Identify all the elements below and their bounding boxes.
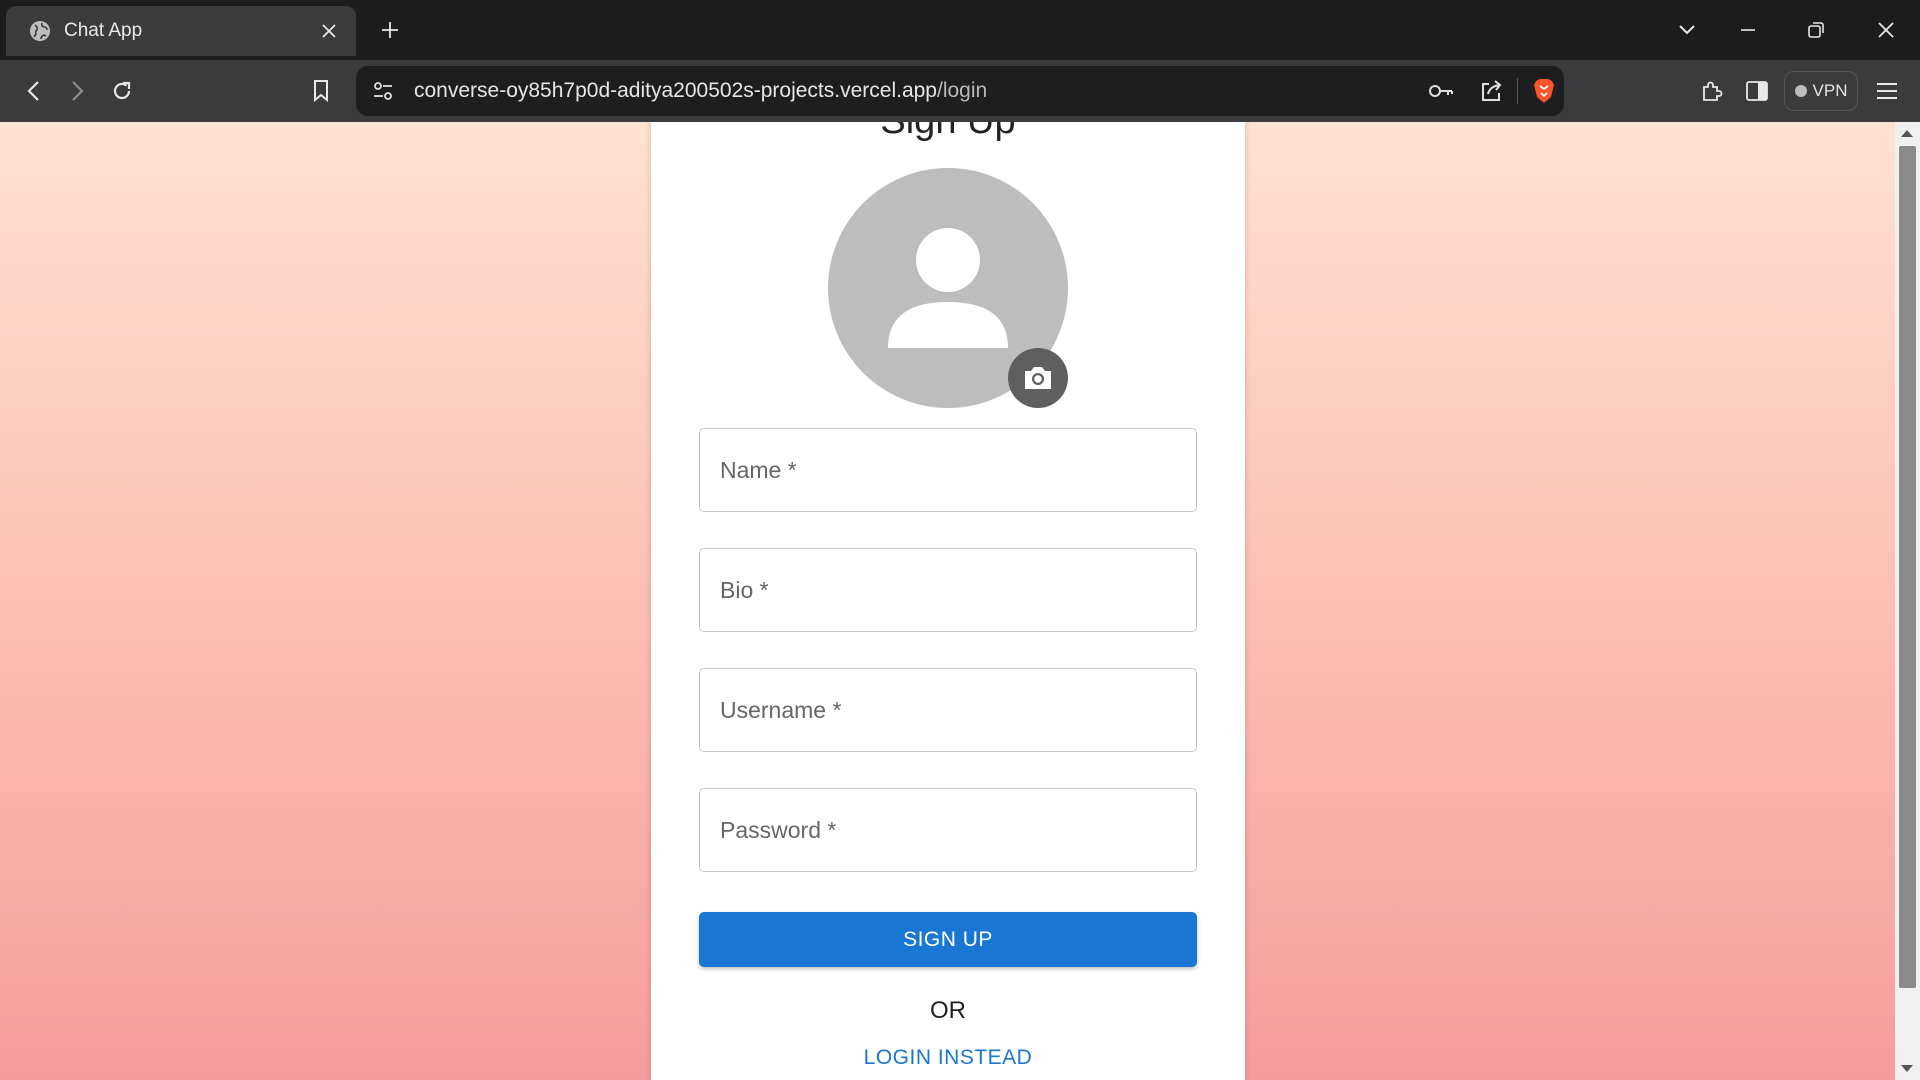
separator <box>1517 78 1518 104</box>
login-instead-link[interactable]: LOGIN INSTEAD <box>651 1046 1245 1070</box>
url-host: converse-oy85h7p0d-aditya200502s-project… <box>414 79 937 102</box>
chevron-down-icon[interactable] <box>1667 12 1707 48</box>
scroll-thumb[interactable] <box>1899 146 1916 988</box>
vpn-button[interactable]: VPN <box>1784 71 1858 111</box>
name-field[interactable]: Name * <box>699 428 1197 512</box>
scrollbar[interactable] <box>1895 122 1920 1080</box>
restore-icon[interactable] <box>1796 12 1836 48</box>
signup-card: Sign Up Name * Bio * Username * Password… <box>651 122 1245 1080</box>
bio-label: Bio * <box>720 576 769 603</box>
extensions-icon[interactable] <box>1692 72 1732 110</box>
upload-photo-button[interactable] <box>1008 348 1068 408</box>
vpn-status-icon <box>1794 85 1807 97</box>
name-label: Name * <box>720 456 797 483</box>
browser-tab[interactable]: Chat App <box>6 6 356 56</box>
browser-toolbar: converse-oy85h7p0d-aditya200502s-project… <box>0 60 1920 122</box>
password-label: Password * <box>720 816 837 843</box>
close-icon[interactable] <box>316 18 342 44</box>
signup-button[interactable]: SIGN UP <box>699 912 1197 967</box>
camera-icon <box>1025 367 1051 389</box>
scroll-down-icon[interactable] <box>1901 1065 1913 1072</box>
key-icon[interactable] <box>1421 71 1461 111</box>
share-icon[interactable] <box>1471 71 1511 111</box>
or-divider: OR <box>930 997 966 1024</box>
page-viewport: Sign Up Name * Bio * Username * Password… <box>0 122 1920 1080</box>
globe-icon <box>28 19 52 43</box>
minimize-icon[interactable] <box>1728 12 1768 48</box>
brave-shield-icon[interactable] <box>1524 71 1564 111</box>
plus-icon[interactable] <box>374 14 406 46</box>
username-field[interactable]: Username * <box>699 668 1197 752</box>
url-path: /login <box>937 79 988 102</box>
back-icon[interactable] <box>14 72 54 110</box>
sidebar-icon[interactable] <box>1737 72 1777 110</box>
tab-bar: Chat App <box>0 0 1920 60</box>
page-title: Sign Up <box>651 122 1245 140</box>
bio-field[interactable]: Bio * <box>699 548 1197 632</box>
scroll-up-icon[interactable] <box>1901 130 1913 137</box>
address-bar[interactable]: converse-oy85h7p0d-aditya200502s-project… <box>356 66 1564 116</box>
reload-icon[interactable] <box>102 72 142 110</box>
username-label: Username * <box>720 696 842 723</box>
forward-icon[interactable] <box>57 72 97 110</box>
vpn-label: VPN <box>1812 81 1848 100</box>
menu-icon[interactable] <box>1867 72 1907 110</box>
tab-title: Chat App <box>64 20 143 41</box>
url-text: converse-oy85h7p0d-aditya200502s-project… <box>414 79 1421 103</box>
bookmark-icon[interactable] <box>301 72 341 110</box>
password-field[interactable]: Password * <box>699 788 1197 872</box>
close-window-icon[interactable] <box>1866 12 1906 48</box>
site-settings-icon[interactable] <box>368 76 398 106</box>
